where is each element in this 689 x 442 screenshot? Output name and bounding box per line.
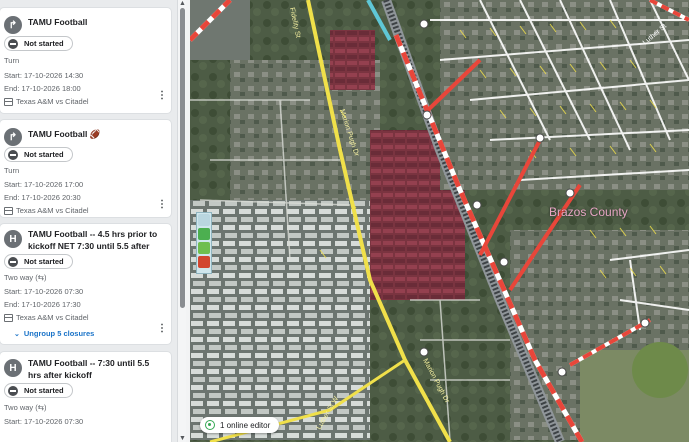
closure-title: TAMU Football	[28, 17, 88, 27]
closure-card[interactable]: H TAMU Football -- 7:30 until 5.5 hrs af…	[0, 352, 171, 442]
closure-direction: Turn	[4, 56, 20, 65]
not-started-icon	[8, 256, 18, 267]
map-layer-switcher[interactable]	[196, 212, 212, 274]
closure-title: TAMU Football 🏈	[28, 129, 101, 139]
status-badge: Not started	[4, 254, 73, 269]
more-options-button[interactable]: ⋮	[157, 200, 167, 210]
closure-card-header: ↱ TAMU Football	[4, 16, 163, 34]
scroll-down-arrow-icon[interactable]: ▼	[179, 435, 186, 442]
closure-card-header: H TAMU Football -- 4.5 hrs prior to kick…	[4, 228, 163, 252]
status-label: Not started	[24, 257, 64, 266]
venue-label: Texas A&M vs Citadel	[16, 313, 89, 322]
not-started-icon	[8, 149, 18, 160]
status-label: Not started	[24, 150, 64, 159]
layer-satellite-icon[interactable]	[198, 214, 210, 226]
closure-start: Start: 17-10-2026 14:30	[4, 71, 84, 80]
map-canvas: Marion Pugh Dr Marion Pugh Dr Luther St …	[190, 0, 689, 442]
not-started-icon	[8, 385, 18, 396]
layer-events-icon[interactable]	[198, 256, 210, 268]
turn-icon: ↱	[4, 16, 22, 34]
closure-end: End: 17-10-2026 18:00	[4, 84, 81, 93]
closure-card[interactable]: ↱ TAMU Football 🏈 Not started Turn Start…	[0, 120, 171, 217]
more-options-button[interactable]: ⋮	[157, 91, 167, 101]
online-editors-label: 1 online editor	[220, 420, 271, 430]
closure-title: TAMU Football -- 7:30 until 5.5 hrs afte…	[28, 358, 150, 380]
closure-venue: Texas A&M vs Citadel	[4, 313, 89, 322]
closure-venue: Texas A&M vs Citadel	[4, 206, 89, 215]
closures-panel: ↱ TAMU Football Not started Turn Start: …	[0, 0, 186, 442]
closure-venue: Texas A&M vs Citadel	[4, 97, 89, 106]
calendar-icon	[4, 97, 13, 106]
closure-start: Start: 17-10-2026 07:30	[4, 287, 84, 296]
closure-card-header: ↱ TAMU Football 🏈	[4, 128, 163, 146]
status-badge: Not started	[4, 36, 73, 51]
status-label: Not started	[24, 386, 64, 395]
more-options-button[interactable]: ⋮	[157, 324, 167, 334]
ungroup-closures-button[interactable]: ⌄ Ungroup 5 closures	[14, 329, 94, 338]
group-icon: H	[4, 230, 22, 248]
closure-end: End: 17-10-2026 20:30	[4, 193, 81, 202]
closure-title: TAMU Football -- 4.5 hrs prior to kickof…	[28, 229, 158, 251]
status-badge: Not started	[4, 383, 73, 398]
status-badge: Not started	[4, 147, 73, 162]
map-view[interactable]: Marion Pugh Dr Marion Pugh Dr Luther St …	[190, 0, 689, 442]
not-started-icon	[8, 38, 18, 49]
group-icon: H	[4, 359, 22, 377]
closure-end: End: 17-10-2026 17:30	[4, 300, 81, 309]
calendar-icon	[4, 206, 13, 215]
app-root: ↱ TAMU Football Not started Turn Start: …	[0, 0, 689, 442]
scrollbar-thumb[interactable]	[180, 8, 185, 308]
chevron-down-icon: ⌄	[14, 330, 20, 338]
county-label: Brazos County	[549, 205, 628, 219]
status-label: Not started	[24, 39, 64, 48]
closure-start: Start: 17-10-2026 17:00	[4, 180, 84, 189]
closure-card-header: H TAMU Football -- 7:30 until 5.5 hrs af…	[4, 357, 163, 381]
closure-direction: Turn	[4, 166, 20, 175]
scroll-up-arrow-icon[interactable]: ▲	[179, 0, 186, 7]
ungroup-label: Ungroup 5 closures	[23, 329, 95, 338]
venue-label: Texas A&M vs Citadel	[16, 206, 89, 215]
online-editor-icon	[205, 420, 215, 430]
online-editors-indicator[interactable]: 1 online editor	[200, 417, 280, 433]
layer-closures-icon[interactable]	[198, 242, 210, 254]
closure-card[interactable]: ↱ TAMU Football Not started Turn Start: …	[0, 8, 171, 113]
calendar-icon	[4, 313, 13, 322]
turn-icon: ↱	[4, 128, 22, 146]
closure-card[interactable]: H TAMU Football -- 4.5 hrs prior to kick…	[0, 224, 171, 344]
closure-start: Start: 17-10-2026 07:30	[4, 417, 84, 426]
closure-direction: Two way (⇆)	[4, 273, 47, 282]
venue-label: Texas A&M vs Citadel	[16, 97, 89, 106]
closure-direction: Two way (⇆)	[4, 403, 47, 412]
layer-roads-icon[interactable]	[198, 228, 210, 240]
panel-scrollbar[interactable]: ▲ ▼	[177, 0, 186, 442]
